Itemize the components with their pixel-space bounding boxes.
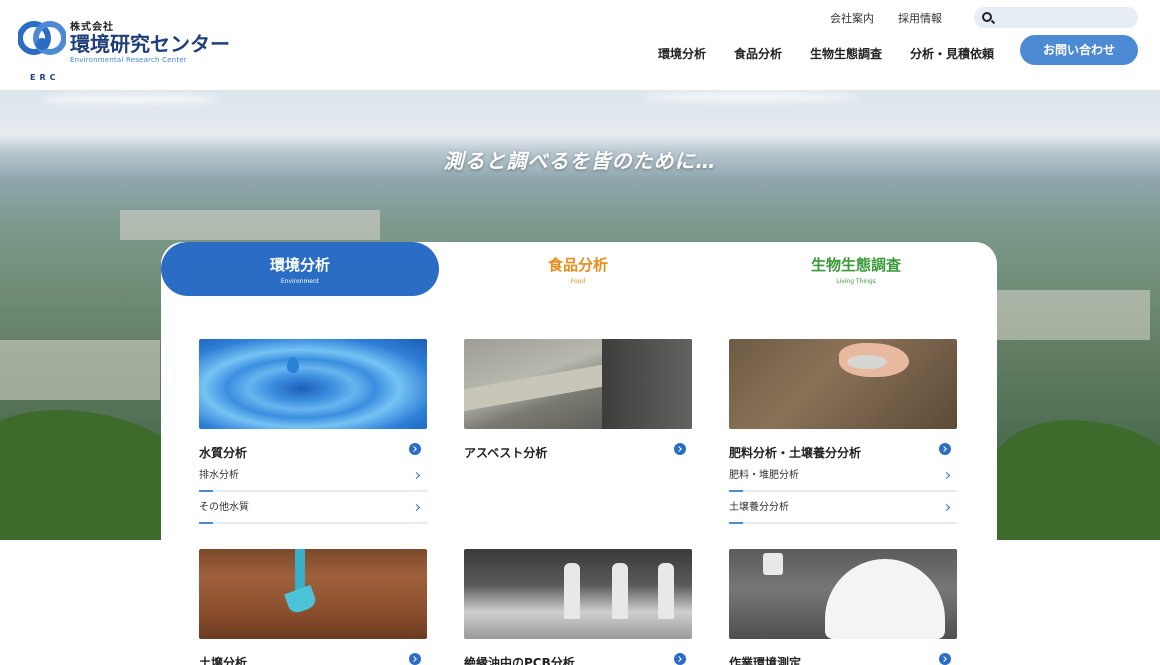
tab-label: 環境分析 xyxy=(269,256,330,274)
sub-item-other-water[interactable]: その他水質 xyxy=(199,494,427,524)
forest xyxy=(990,420,1160,540)
search-icon[interactable] xyxy=(982,12,992,22)
chevron-right-icon xyxy=(412,503,421,512)
logo-abbr: ERC xyxy=(30,73,60,82)
sub-item-wastewater[interactable]: 排水分析 xyxy=(199,462,427,492)
search-input[interactable] xyxy=(998,9,1132,26)
card-title: 絶縁油中のPCB分析 xyxy=(464,656,575,665)
chevron-right-icon xyxy=(942,503,951,512)
sub-item-label: 土壌養分分析 xyxy=(729,502,789,513)
tab-label: 食品分析 xyxy=(547,256,608,274)
hero-tagline: 測ると調べるを皆のために… xyxy=(443,149,717,173)
tab-living-things[interactable]: 生物生態調査 Living Things xyxy=(717,242,995,296)
logo-english-name: Environmental Research Center xyxy=(70,56,187,64)
cloud xyxy=(40,94,220,104)
util-link-company[interactable]: 会社案内 xyxy=(830,10,874,26)
card-workplace: 作業環境測定 xyxy=(729,549,957,665)
logo[interactable]: 株式会社 環境研究センター Environmental Research Cen… xyxy=(17,18,230,82)
tab-sublabel: Living Things xyxy=(836,278,876,285)
card-title: アスベスト分析 xyxy=(464,446,548,460)
pcb-equipment-image[interactable] xyxy=(464,549,692,639)
global-nav: 環境分析 食品分析 生物生態調査 分析・見積依頼 xyxy=(658,45,1022,62)
arrow-circle-icon xyxy=(409,443,421,455)
card-title-link[interactable]: 絶縁油中のPCB分析 xyxy=(464,652,692,665)
sub-item-fertilizer-compost[interactable]: 肥料・堆肥分析 xyxy=(729,462,957,492)
sub-item-label: その他水質 xyxy=(199,502,249,513)
tab-label: 生物生態調査 xyxy=(810,256,901,274)
card-water: 水質分析 排水分析 その他水質 xyxy=(199,339,427,524)
card-title-link[interactable]: 作業環境測定 xyxy=(729,652,957,665)
chevron-right-icon xyxy=(942,471,951,480)
card-title: 肥料分析・土壌養分分析 xyxy=(729,446,862,460)
logo-company-type: 株式会社 xyxy=(70,22,114,33)
tab-sublabel: Environment xyxy=(280,278,320,285)
tab-sublabel: Food xyxy=(570,278,586,285)
cloud xyxy=(640,92,860,102)
arrow-circle-icon xyxy=(674,443,686,455)
field xyxy=(120,210,380,240)
service-panel: 環境分析 Environment 食品分析 Food 生物生態調査 Living… xyxy=(161,242,997,665)
gnav-living[interactable]: 生物生態調査 xyxy=(810,45,882,62)
card-fertilizer: 肥料分析・土壌養分分析 肥料・堆肥分析 土壌養分分析 xyxy=(729,339,957,524)
fertilizer-hand-image[interactable] xyxy=(729,339,957,429)
card-title-link[interactable]: アスベスト分析 xyxy=(464,442,692,460)
water-drop-image[interactable] xyxy=(199,339,427,429)
gnav-environment[interactable]: 環境分析 xyxy=(658,45,706,62)
card-soil: 土壌分析 xyxy=(199,549,427,665)
sub-item-label: 肥料・堆肥分析 xyxy=(729,470,799,481)
util-link-recruit[interactable]: 採用情報 xyxy=(898,10,942,26)
tab-environment[interactable]: 環境分析 Environment xyxy=(161,242,439,296)
erc-logo-icon xyxy=(17,18,67,66)
gnav-food[interactable]: 食品分析 xyxy=(734,45,782,62)
chevron-right-icon xyxy=(412,471,421,480)
search-box[interactable] xyxy=(974,7,1138,28)
utility-nav: 会社案内 採用情報 xyxy=(830,10,966,26)
logo-company-name: 環境研究センター xyxy=(70,32,230,56)
contact-button[interactable]: お問い合わせ xyxy=(1020,35,1138,65)
card-pcb: 絶縁油中のPCB分析 xyxy=(464,549,692,665)
arrow-circle-icon xyxy=(939,653,951,665)
card-title: 水質分析 xyxy=(199,446,248,460)
card-title-link[interactable]: 土壌分析 xyxy=(199,652,427,665)
asbestos-ceiling-image[interactable] xyxy=(464,339,692,429)
card-asbestos: アスベスト分析 xyxy=(464,339,692,460)
card-title-link[interactable]: 水質分析 xyxy=(199,442,427,460)
arrow-circle-icon xyxy=(674,653,686,665)
helmet-image[interactable] xyxy=(729,549,957,639)
tab-food[interactable]: 食品分析 Food xyxy=(439,242,717,296)
site-header: 株式会社 環境研究センター Environmental Research Cen… xyxy=(0,0,1160,90)
card-title: 作業環境測定 xyxy=(729,656,802,665)
sub-item-soil-nutrient[interactable]: 土壌養分分析 xyxy=(729,494,957,524)
card-title-link[interactable]: 肥料分析・土壌養分分析 xyxy=(729,442,957,460)
arrow-circle-icon xyxy=(409,653,421,665)
soil-digging-image[interactable] xyxy=(199,549,427,639)
arrow-circle-icon xyxy=(939,443,951,455)
field xyxy=(0,340,160,400)
card-title: 土壌分析 xyxy=(199,656,248,665)
gnav-quote[interactable]: 分析・見積依頼 xyxy=(910,45,994,62)
sub-item-label: 排水分析 xyxy=(199,470,239,481)
field xyxy=(980,290,1150,340)
